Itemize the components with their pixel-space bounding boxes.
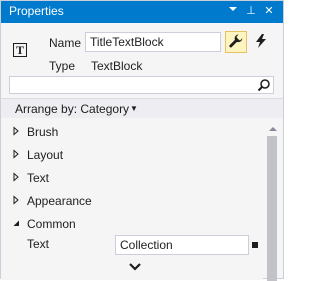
type-value: TextBlock: [91, 59, 143, 73]
caret-down-icon: ▼: [130, 104, 138, 113]
category-label: Common: [27, 217, 76, 231]
category-list: Brush Layout Text Appearance Common: [1, 118, 263, 280]
lightning-icon: [255, 33, 267, 51]
category-label: Appearance: [27, 194, 92, 208]
name-input[interactable]: [85, 32, 221, 52]
properties-tool-button[interactable]: [225, 31, 247, 53]
category-label: Brush: [27, 125, 59, 139]
pin-icon[interactable]: ⊥: [244, 4, 258, 18]
search-input[interactable]: [10, 77, 258, 93]
textblock-type-icon: T: [13, 43, 27, 57]
type-label: Type: [49, 59, 76, 73]
category-common[interactable]: Common: [1, 212, 263, 234]
arrange-by-label: Arrange by: Category: [15, 102, 130, 116]
vertical-scrollbar[interactable]: [263, 118, 283, 281]
category-brush[interactable]: Brush: [1, 120, 263, 142]
text-property-label: Text: [27, 237, 50, 251]
title-bar: Properties ⊥ ✕: [1, 1, 283, 23]
wrench-icon: [228, 33, 244, 52]
category-appearance[interactable]: Appearance: [1, 189, 263, 211]
category-label: Layout: [27, 148, 64, 162]
category-text[interactable]: Text: [1, 166, 263, 188]
category-label: Text: [27, 171, 50, 185]
text-property-input[interactable]: [115, 235, 249, 255]
close-icon[interactable]: ✕: [262, 4, 276, 18]
scroll-up-arrow-icon[interactable]: [267, 122, 279, 131]
triangle-right-icon[interactable]: [11, 171, 21, 182]
selection-header: T Name Type TextBlock: [1, 23, 283, 77]
name-label: Name: [49, 36, 82, 50]
triangle-right-icon[interactable]: [11, 148, 21, 159]
magnifier-icon[interactable]: [257, 78, 271, 92]
property-search[interactable]: [9, 76, 274, 94]
triangle-right-icon[interactable]: [11, 194, 21, 205]
properties-panel: Properties ⊥ ✕ T Name Type TextBlock: [0, 0, 284, 281]
chevron-down-icon[interactable]: [127, 261, 143, 273]
advanced-options-marker[interactable]: [252, 242, 258, 248]
arrange-by-dropdown[interactable]: Arrange by: Category ▼: [1, 98, 283, 119]
scrollbar-thumb[interactable]: [267, 136, 277, 281]
dropdown-icon[interactable]: [226, 4, 240, 18]
triangle-right-icon[interactable]: [11, 125, 21, 136]
category-layout[interactable]: Layout: [1, 143, 263, 165]
panel-title: Properties: [9, 4, 64, 18]
events-tool-button[interactable]: [250, 31, 272, 53]
triangle-down-icon[interactable]: [11, 217, 21, 227]
